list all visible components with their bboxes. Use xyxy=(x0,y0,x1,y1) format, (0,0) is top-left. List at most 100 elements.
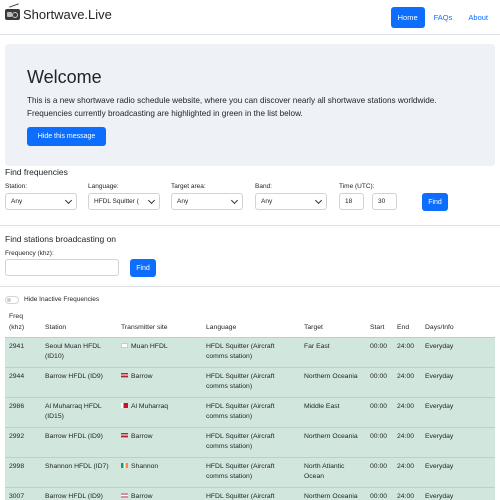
flag-us-icon xyxy=(121,372,128,378)
welcome-text: This is a new shortwave radio schedule w… xyxy=(27,96,437,118)
table-row[interactable]: 3007 Barrow HFDL (ID9) Barrow HFDL Squitter… xyxy=(5,487,495,500)
target-line1: Northern Oceania xyxy=(304,373,358,380)
language-line1: HFDL Squitter (Aircraft xyxy=(206,493,275,500)
header-language: Language xyxy=(206,324,237,331)
cell-target: Northern Oceania xyxy=(304,372,358,382)
cell-transmitter: Barrow xyxy=(121,432,153,442)
welcome-panel: Welcome This is a new shortwave radio sc… xyxy=(5,44,495,166)
cell-language: HFDL Squitter (Aircraftcomms station) xyxy=(206,462,275,482)
cell-end: 24:00 xyxy=(397,372,414,382)
brand[interactable]: Shortwave.Live xyxy=(5,3,112,22)
cell-language: HFDL Squitter (Aircraftcomms station) xyxy=(206,492,275,500)
table-row[interactable]: 2992 Barrow HFDL (ID9) Barrow HFDL Squitter… xyxy=(5,427,495,457)
freq-value: 2998 xyxy=(9,463,25,470)
cell-station: Barrow HFDL (ID9) xyxy=(45,372,103,382)
cell-days: Everyday xyxy=(425,402,453,412)
target-line2: Ocean xyxy=(304,473,325,480)
station-name: Seoul Muan HFDL xyxy=(45,343,101,350)
station-select[interactable]: Any xyxy=(5,193,77,210)
target-line1: Middle East xyxy=(304,403,340,410)
cell-days: Everyday xyxy=(425,462,453,472)
language-select[interactable]: HFDL Squitter ( xyxy=(88,193,160,210)
hide-inactive-toggle[interactable] xyxy=(5,296,19,304)
cell-freq: 2998 xyxy=(9,462,24,472)
band-select[interactable]: Any xyxy=(255,193,327,210)
days-info: Everyday xyxy=(425,463,454,470)
cell-transmitter: Barrow xyxy=(121,372,153,382)
time-hour-input[interactable]: 18 xyxy=(339,193,364,210)
header-transmitter: Transmitter site xyxy=(121,324,168,331)
target-line1: North Atlantic xyxy=(304,463,345,470)
target-area-label: Target area: xyxy=(171,183,206,190)
flag-ie-icon xyxy=(121,462,128,468)
station-select-value: Any xyxy=(11,198,23,205)
end-time: 24:00 xyxy=(397,403,415,410)
time-minute-input[interactable]: 30 xyxy=(372,193,397,210)
language-line2: comms station) xyxy=(206,383,253,390)
table-row[interactable]: 2986 Al Muharraq HFDL (ID15) Al Muharraq HFD… xyxy=(5,397,495,427)
cell-start: 00:00 xyxy=(370,402,387,412)
frequency-label: Frequency (khz): xyxy=(5,250,54,257)
header-freq-unit: (khz) xyxy=(9,324,25,331)
cell-transmitter: Shannon xyxy=(121,462,158,472)
nav-about[interactable]: About xyxy=(461,7,495,28)
cell-transmitter: Muan HFDL xyxy=(121,342,168,352)
chevron-down-icon xyxy=(147,196,156,205)
language-line2: comms station) xyxy=(206,473,253,480)
frequency-input[interactable] xyxy=(5,259,119,276)
header-days: Days/Info xyxy=(425,324,454,331)
find-stations-button[interactable]: Find xyxy=(130,259,156,277)
table-row[interactable]: 2944 Barrow HFDL (ID9) Barrow HFDL Squitter… xyxy=(5,367,495,397)
welcome-title: Welcome xyxy=(27,67,102,87)
section-divider xyxy=(0,286,500,287)
language-line2: comms station) xyxy=(206,353,253,360)
cell-station: Al Muharraq HFDL (ID15) xyxy=(45,402,102,422)
flag-kr-icon xyxy=(121,342,128,348)
cell-end: 24:00 xyxy=(397,402,414,412)
nav-menu: Home FAQs About xyxy=(389,7,495,28)
station-name: Al Muharraq HFDL xyxy=(45,403,102,410)
header-freq: Freq (khz) xyxy=(9,311,24,333)
nav-faqs[interactable]: FAQs xyxy=(427,7,460,28)
station-id: (ID10) xyxy=(45,353,64,360)
flag-us-icon xyxy=(121,492,128,498)
station-name: Barrow HFDL (ID9) xyxy=(45,433,103,440)
cell-station: Barrow HFDL (ID9) xyxy=(45,432,103,442)
language-line1: HFDL Squitter (Aircraft xyxy=(206,433,275,440)
brand-name[interactable]: Shortwave.Live xyxy=(23,7,112,22)
days-info: Everyday xyxy=(425,343,454,350)
days-info: Everyday xyxy=(425,373,454,380)
find-frequencies-button[interactable]: Find xyxy=(422,193,448,211)
cell-language: HFDL Squitter (Aircraftcomms station) xyxy=(206,402,275,422)
navbar: Shortwave.Live Home FAQs About xyxy=(0,0,500,34)
cell-freq: 2992 xyxy=(9,432,24,442)
station-name: Barrow HFDL (ID9) xyxy=(45,373,103,380)
table-row[interactable]: 2941 Seoul Muan HFDL (ID10) Muan HFDL HFDL S… xyxy=(5,337,495,367)
cell-end: 24:00 xyxy=(397,492,414,500)
start-time: 00:00 xyxy=(370,493,388,500)
header-start: Start xyxy=(370,324,385,331)
cell-freq: 2941 xyxy=(9,342,24,352)
band-label: Band: xyxy=(255,183,272,190)
table-row[interactable]: 2998 Shannon HFDL (ID7) Shannon HFDL Squitt… xyxy=(5,457,495,487)
flag-bh-icon xyxy=(121,402,128,408)
start-time: 00:00 xyxy=(370,343,388,350)
site-name: Barrow xyxy=(131,373,153,380)
cell-target: Middle East xyxy=(304,402,340,412)
end-time: 24:00 xyxy=(397,373,415,380)
cell-language: HFDL Squitter (Aircraft comms station) xyxy=(206,432,275,452)
site-name: Barrow xyxy=(131,433,153,440)
start-time: 00:00 xyxy=(370,463,388,470)
hide-message-button[interactable]: Hide this message xyxy=(27,127,106,146)
cell-days: Everyday xyxy=(425,372,453,382)
start-time: 00:00 xyxy=(370,403,388,410)
flag-us-icon xyxy=(121,432,128,438)
language-line2: comms station) xyxy=(206,443,253,450)
start-time: 00:00 xyxy=(370,433,388,440)
language-line2: comms station) xyxy=(206,413,253,420)
freq-value: 2944 xyxy=(9,373,25,380)
target-area-select[interactable]: Any xyxy=(171,193,243,210)
nav-home[interactable]: Home xyxy=(390,7,425,28)
find-frequencies-title: Find frequencies xyxy=(5,167,68,177)
cell-end: 24:00 xyxy=(397,462,414,472)
